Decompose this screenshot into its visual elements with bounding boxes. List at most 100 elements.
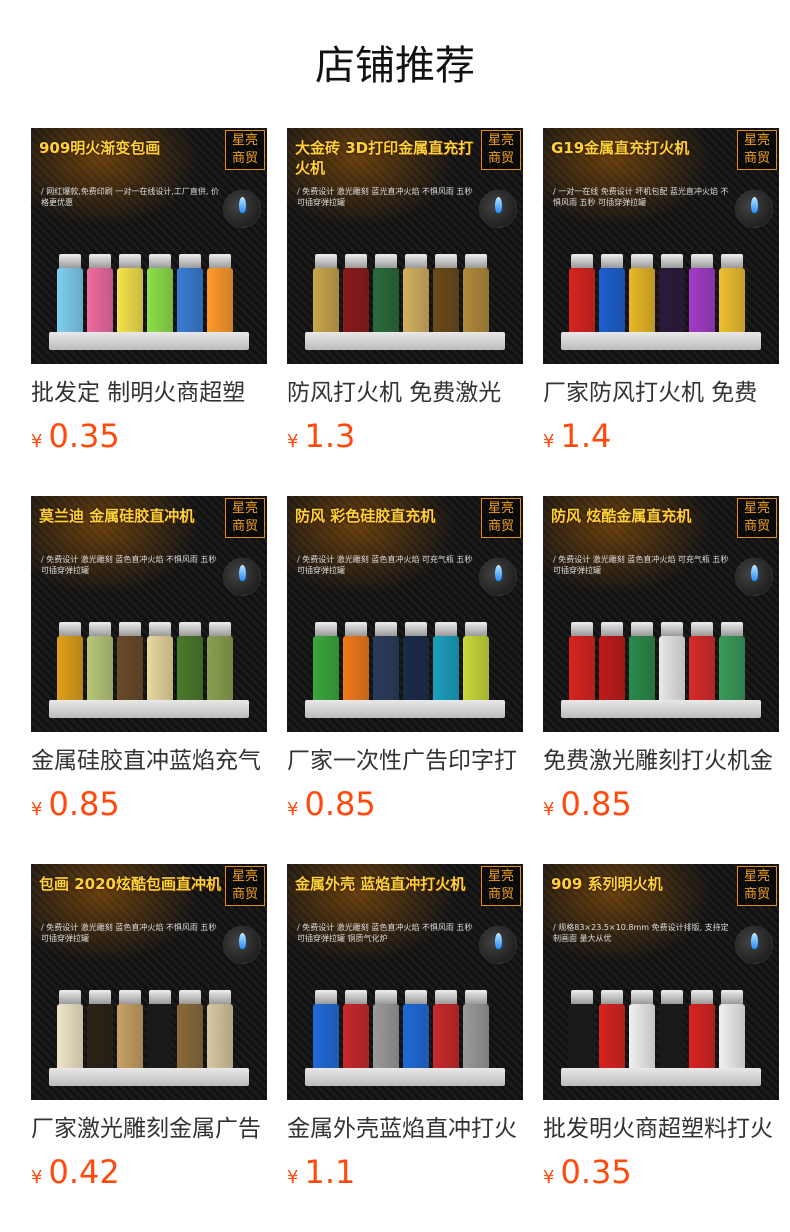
- lighter-graphic: [689, 990, 715, 1074]
- lighter-graphic: [569, 254, 595, 338]
- product-card[interactable]: 包画 2020炫酷包画直冲机 星亮商贸 / 免费设计 激光雕刻 蓝色直冲火焰 不惧风…: [31, 864, 267, 1194]
- lighter-graphic: [207, 254, 233, 338]
- product-name[interactable]: 金属外壳蓝焰直冲打火: [287, 1112, 523, 1146]
- lighter-graphic: [117, 254, 143, 338]
- currency-symbol: ¥: [287, 431, 299, 452]
- lighter-graphic: [689, 622, 715, 706]
- image-headline: 防风 彩色硅胶直充机: [295, 507, 436, 525]
- product-image[interactable]: 莫兰迪 金属硅胶直冲机 星亮商贸 / 免费设计 激光雕刻 蓝色直冲火焰 不惧风雨 五…: [31, 496, 267, 732]
- product-name[interactable]: 免费激光雕刻打火机金: [543, 744, 779, 778]
- lighter-graphic: [343, 254, 369, 338]
- lighter-graphic: [87, 622, 113, 706]
- product-price: ¥0.42: [31, 1152, 120, 1192]
- product-name[interactable]: 金属硅胶直冲蓝焰充气: [31, 744, 267, 778]
- image-subline: / 免费设计 激光雕刻 蓝光直冲火焰 不惧风雨 五秒 可插穿弹拉罐: [297, 187, 473, 207]
- product-name[interactable]: 厂家一次性广告印字打: [287, 744, 523, 778]
- lighter-graphic: [569, 622, 595, 706]
- page-title: 店铺推荐: [315, 43, 475, 89]
- flame-icon: [223, 558, 261, 596]
- shop-badge: 星亮商贸: [225, 130, 265, 170]
- price-value: 0.35: [560, 1153, 632, 1191]
- lighter-graphic: [57, 622, 83, 706]
- flame-icon: [223, 926, 261, 964]
- product-price: ¥0.35: [31, 416, 120, 456]
- image-headline: 金属外壳 蓝焰直冲打火机: [295, 875, 466, 893]
- lighter-graphic: [117, 990, 143, 1074]
- display-tray: [49, 332, 249, 350]
- product-card[interactable]: 金属外壳 蓝焰直冲打火机 星亮商贸 / 免费设计 激光雕刻 蓝色直冲火焰 不惧风雨 …: [287, 864, 523, 1194]
- flame-icon: [735, 558, 773, 596]
- product-image[interactable]: 防风 彩色硅胶直充机 星亮商贸 / 免费设计 激光雕刻 蓝色直冲火焰 可充气瓶 五秒…: [287, 496, 523, 732]
- product-card[interactable]: 909 系列明火机 星亮商贸 / 规格83×23.5×10.8mm 免费设计排版, …: [543, 864, 779, 1194]
- product-card[interactable]: 防风 彩色硅胶直充机 星亮商贸 / 免费设计 激光雕刻 蓝色直冲火焰 可充气瓶 五秒…: [287, 496, 523, 826]
- lighter-graphic: [313, 990, 339, 1074]
- currency-symbol: ¥: [287, 799, 299, 820]
- product-price: ¥1.3: [287, 416, 355, 456]
- price-value: 0.42: [48, 1153, 120, 1191]
- currency-symbol: ¥: [287, 1167, 299, 1188]
- lighter-graphic: [569, 990, 595, 1074]
- product-image[interactable]: 大金砖 3D打印金属直充打火机 星亮商贸 / 免费设计 激光雕刻 蓝光直冲火焰 不惧…: [287, 128, 523, 364]
- flame-icon: [479, 190, 517, 228]
- lighter-graphic: [433, 254, 459, 338]
- image-subline: / 免费设计 激光雕刻 蓝色直冲火焰 可充气瓶 五秒 可插穿弹拉罐: [553, 555, 729, 575]
- lighter-graphic: [463, 254, 489, 338]
- product-price: ¥0.85: [287, 784, 376, 824]
- display-tray: [561, 1068, 761, 1086]
- currency-symbol: ¥: [543, 431, 555, 452]
- product-image[interactable]: 909明火渐变包画 星亮商贸 / 网红爆款,免费印刷 一对一在线设计,工厂直供, 价…: [31, 128, 267, 364]
- lighter-graphic: [373, 254, 399, 338]
- image-subline: / 免费设计 激光雕刻 蓝色直冲火焰 不惧风雨 五秒 可插穿弹拉罐 铜质气化炉: [297, 923, 473, 943]
- image-subline: / 免费设计 激光雕刻 蓝色直冲火焰 不惧风雨 五秒 可插穿弹拉罐: [41, 555, 217, 575]
- shop-badge: 星亮商贸: [225, 866, 265, 906]
- product-image[interactable]: 防风 炫酷金属直充机 星亮商贸 / 免费设计 激光雕刻 蓝色直冲火焰 可充气瓶 五秒…: [543, 496, 779, 732]
- product-name[interactable]: 批发定 制明火商超塑: [31, 376, 267, 410]
- product-name[interactable]: 厂家激光雕刻金属广告: [31, 1112, 267, 1146]
- product-price: ¥0.35: [543, 1152, 632, 1192]
- image-headline: 包画 2020炫酷包画直冲机: [39, 875, 221, 893]
- price-value: 0.35: [48, 417, 120, 455]
- product-price: ¥0.85: [543, 784, 632, 824]
- product-name[interactable]: 防风打火机 免费激光: [287, 376, 523, 410]
- flame-icon: [735, 926, 773, 964]
- shop-badge: 星亮商贸: [225, 498, 265, 538]
- product-image[interactable]: 金属外壳 蓝焰直冲打火机 星亮商贸 / 免费设计 激光雕刻 蓝色直冲火焰 不惧风雨 …: [287, 864, 523, 1100]
- lighter-graphic: [599, 622, 625, 706]
- lighter-graphic: [659, 254, 685, 338]
- lighter-graphic: [629, 254, 655, 338]
- product-card[interactable]: 909明火渐变包画 星亮商贸 / 网红爆款,免费印刷 一对一在线设计,工厂直供, 价…: [31, 128, 267, 458]
- currency-symbol: ¥: [543, 1167, 555, 1188]
- image-subline: / 一对一在线 免费设计 坏机包配 蓝光直冲火焰 不惧风雨 五秒 可插穿弹拉罐: [553, 187, 729, 207]
- image-headline: 莫兰迪 金属硅胶直冲机: [39, 507, 195, 525]
- product-image[interactable]: G19金属直充打火机 星亮商贸 / 一对一在线 免费设计 坏机包配 蓝光直冲火焰 不…: [543, 128, 779, 364]
- image-subline: / 免费设计 激光雕刻 蓝色直冲火焰 不惧风雨 五秒 可插穿弹拉罐: [41, 923, 217, 943]
- price-value: 1.4: [560, 417, 612, 455]
- flame-icon: [735, 190, 773, 228]
- price-value: 1.1: [304, 1153, 356, 1191]
- product-card[interactable]: 防风 炫酷金属直充机 星亮商贸 / 免费设计 激光雕刻 蓝色直冲火焰 可充气瓶 五秒…: [543, 496, 779, 826]
- product-card[interactable]: G19金属直充打火机 星亮商贸 / 一对一在线 免费设计 坏机包配 蓝光直冲火焰 不…: [543, 128, 779, 458]
- price-value: 0.85: [48, 785, 120, 823]
- lighter-graphic: [719, 622, 745, 706]
- lighter-graphic: [599, 990, 625, 1074]
- lighter-graphic: [599, 254, 625, 338]
- lighter-graphic: [207, 990, 233, 1074]
- lighter-graphic: [87, 990, 113, 1074]
- lighter-graphic: [87, 254, 113, 338]
- product-card[interactable]: 莫兰迪 金属硅胶直冲机 星亮商贸 / 免费设计 激光雕刻 蓝色直冲火焰 不惧风雨 五…: [31, 496, 267, 826]
- product-card[interactable]: 大金砖 3D打印金属直充打火机 星亮商贸 / 免费设计 激光雕刻 蓝光直冲火焰 不惧…: [287, 128, 523, 458]
- flame-icon: [223, 190, 261, 228]
- currency-symbol: ¥: [31, 431, 43, 452]
- lighter-graphic: [659, 622, 685, 706]
- lighter-graphic: [719, 254, 745, 338]
- product-image[interactable]: 909 系列明火机 星亮商贸 / 规格83×23.5×10.8mm 免费设计排版, …: [543, 864, 779, 1100]
- lighter-graphic: [177, 990, 203, 1074]
- product-name[interactable]: 批发明火商超塑料打火: [543, 1112, 779, 1146]
- lighter-graphic: [403, 254, 429, 338]
- lighter-graphic: [313, 622, 339, 706]
- product-name[interactable]: 厂家防风打火机 免费: [543, 376, 779, 410]
- lighter-graphic: [433, 622, 459, 706]
- product-image[interactable]: 包画 2020炫酷包画直冲机 星亮商贸 / 免费设计 激光雕刻 蓝色直冲火焰 不惧风…: [31, 864, 267, 1100]
- display-tray: [49, 700, 249, 718]
- product-price: ¥0.85: [31, 784, 120, 824]
